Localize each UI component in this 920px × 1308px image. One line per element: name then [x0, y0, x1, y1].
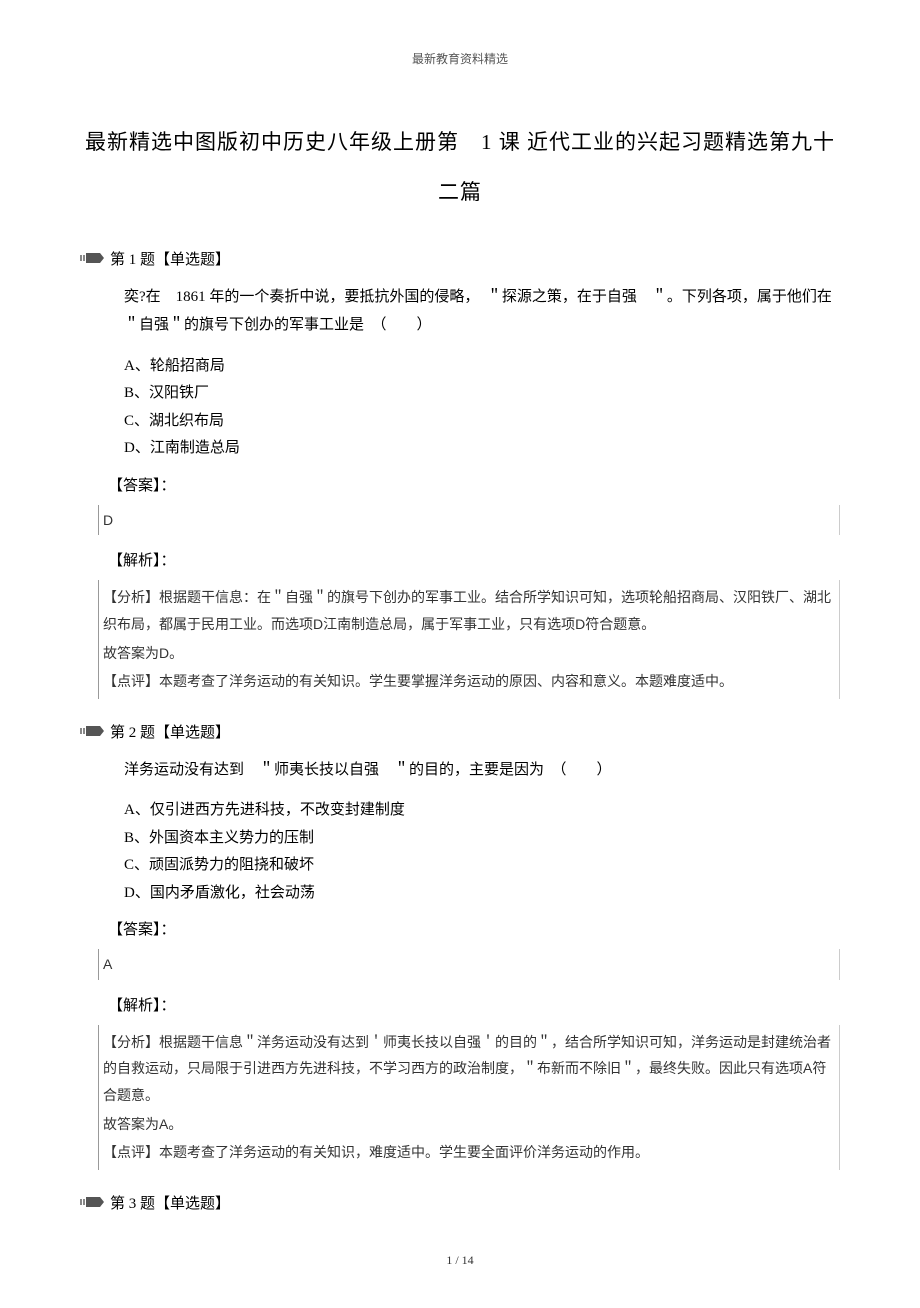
- pencil-icon: [80, 1195, 104, 1209]
- option-c: C、顽固派势力的阻挠和破坏: [124, 853, 840, 879]
- answer-label: 【答案】：: [108, 474, 840, 495]
- doc-title: 最新精选中图版初中历史八年级上册第 1 课 近代工业的兴起习题精选第九十 二篇: [80, 117, 840, 218]
- options-list: A、仅引进西方先进科技，不改变封建制度 B、外国资本主义势力的压制 C、顽固派势…: [124, 798, 840, 906]
- analysis-line: 【点评】本题考查了洋务运动的有关知识，难度适中。学生要全面评价洋务运动的作用。: [103, 1139, 833, 1166]
- question-header: 第 2 题【单选题】: [80, 721, 840, 742]
- option-a: A、轮船招商局: [124, 354, 840, 380]
- option-a: A、仅引进西方先进科技，不改变封建制度: [124, 798, 840, 824]
- pencil-icon: [80, 251, 104, 265]
- question-header: 第 3 题【单选题】: [80, 1192, 840, 1213]
- analysis-line: 【分析】根据题干信息＂洋务运动没有达到＇师夷长技以自强＇的目的＂，结合所学知识可…: [103, 1029, 833, 1109]
- options-list: A、轮船招商局 B、汉阳铁厂 C、湖北织布局 D、江南制造总局: [124, 354, 840, 462]
- answer-box: D: [98, 505, 840, 536]
- analysis-line: 【分析】根据题干信息：在＂自强＂的旗号下创办的军事工业。结合所学知识可知，选项轮…: [103, 584, 833, 637]
- question-stem: 奕?在 1861 年的一个奏折中说，要抵抗外国的侵略， ＂探源之策，在于自强 ＂…: [124, 283, 840, 340]
- title-line2: 二篇: [80, 167, 840, 217]
- option-b: B、外国资本主义势力的压制: [124, 826, 840, 852]
- page-container: 最新教育资料精选 最新精选中图版初中历史八年级上册第 1 课 近代工业的兴起习题…: [0, 0, 920, 1308]
- analysis-label: 【解析】：: [108, 549, 840, 570]
- answer-label: 【答案】：: [108, 918, 840, 939]
- question-number: 第 2 题【单选题】: [110, 721, 230, 742]
- pencil-icon: [80, 724, 104, 738]
- option-b: B、汉阳铁厂: [124, 381, 840, 407]
- analysis-box: 【分析】根据题干信息＂洋务运动没有达到＇师夷长技以自强＇的目的＂，结合所学知识可…: [98, 1025, 840, 1170]
- question-stem: 洋务运动没有达到 ＂师夷长技以自强 ＂的目的，主要是因为 （ ）: [124, 756, 840, 785]
- question-number: 第 3 题【单选题】: [110, 1192, 230, 1213]
- doc-header: 最新教育资料精选: [80, 50, 840, 67]
- analysis-line: 【点评】本题考查了洋务运动的有关知识。学生要掌握洋务运动的原因、内容和意义。本题…: [103, 668, 833, 695]
- option-d: D、江南制造总局: [124, 436, 840, 462]
- page-footer: 1 / 14: [80, 1253, 840, 1268]
- option-d: D、国内矛盾激化，社会动荡: [124, 881, 840, 907]
- analysis-box: 【分析】根据题干信息：在＂自强＂的旗号下创办的军事工业。结合所学知识可知，选项轮…: [98, 580, 840, 698]
- title-line1: 最新精选中图版初中历史八年级上册第 1 课 近代工业的兴起习题精选第九十: [80, 117, 840, 167]
- analysis-line: 故答案为A。: [103, 1111, 833, 1138]
- question-number: 第 1 题【单选题】: [110, 248, 230, 269]
- analysis-line: 故答案为D。: [103, 640, 833, 667]
- answer-box: A: [98, 949, 840, 980]
- question-header: 第 1 题【单选题】: [80, 248, 840, 269]
- option-c: C、湖北织布局: [124, 409, 840, 435]
- analysis-label: 【解析】：: [108, 994, 840, 1015]
